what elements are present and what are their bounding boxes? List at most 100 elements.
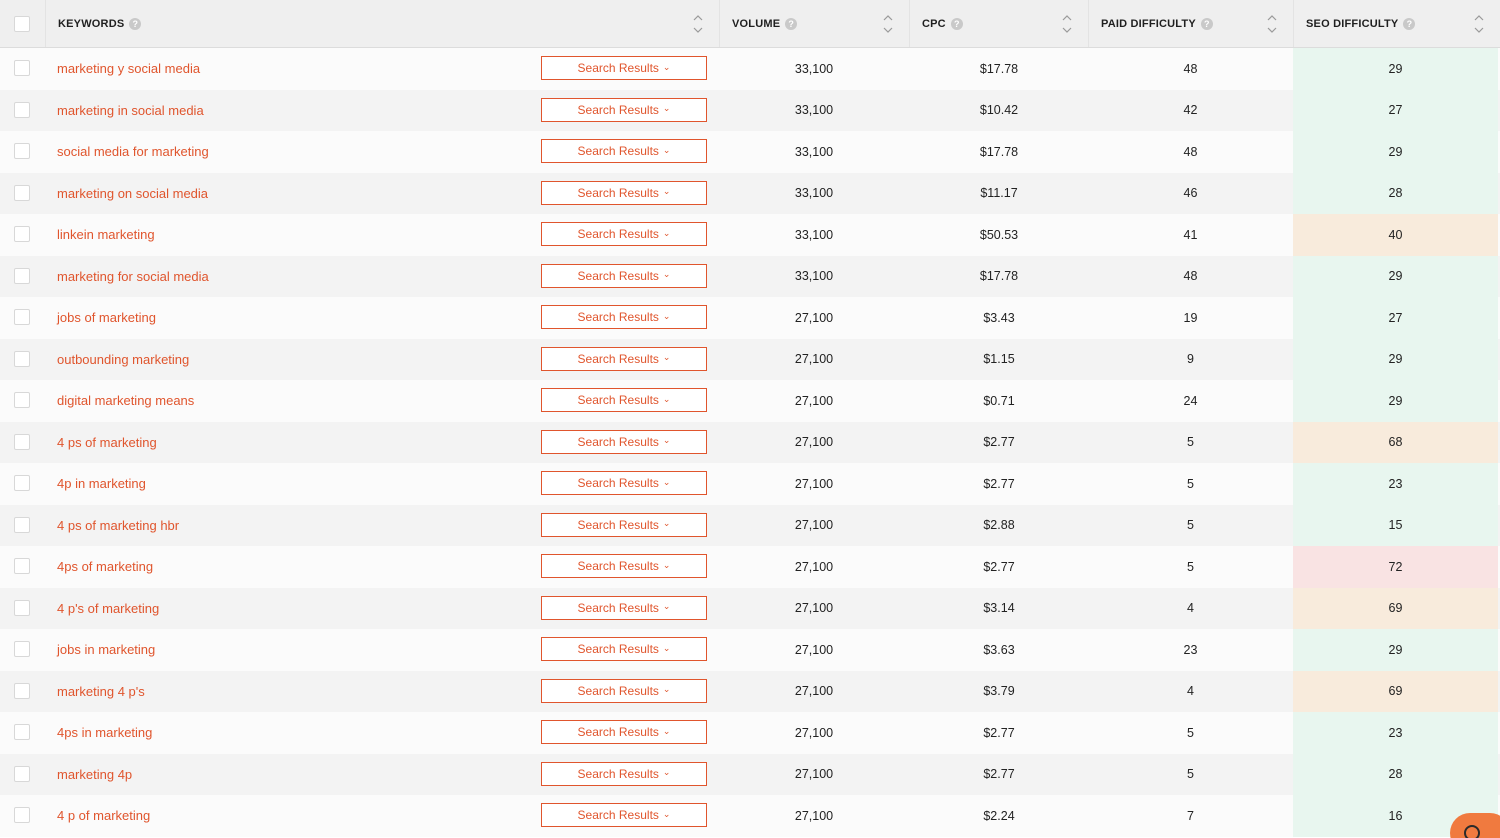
chevron-down-icon: ⌄	[662, 518, 671, 528]
table-row: marketing 4 p's Search Results ⌄ 27,100 $3.7…	[0, 670, 1500, 713]
volume-value: 33,100	[794, 103, 834, 118]
search-results-button[interactable]: Search Results ⌄	[541, 512, 707, 537]
help-icon[interactable]: ?	[129, 17, 142, 30]
keyword-link[interactable]: social media for marketing	[57, 131, 209, 173]
row-checkbox[interactable]	[14, 558, 30, 574]
row-checkbox[interactable]	[14, 60, 30, 76]
cpc-value: $0.71	[983, 393, 1015, 408]
help-icon[interactable]: ?	[785, 17, 798, 30]
search-results-button[interactable]: Search Results ⌄	[541, 388, 707, 412]
keyword-link[interactable]: 4 ps of marketing hbr	[57, 505, 179, 547]
paid-difficulty-value: 7	[1187, 808, 1194, 823]
row-checkbox[interactable]	[14, 101, 30, 118]
seo-difficulty-value: 29	[1293, 380, 1498, 422]
keyword-link[interactable]: 4ps of marketing	[57, 546, 153, 588]
keyword-link[interactable]: linkein marketing	[57, 214, 155, 256]
chevron-down-icon: ⌄	[662, 310, 671, 321]
sort-icon[interactable]	[693, 14, 703, 34]
volume-value: 27,100	[794, 684, 834, 699]
column-label-keywords: KEYWORDS	[58, 17, 125, 30]
column-header-cpc[interactable]: CPC ?	[909, 0, 1088, 47]
search-results-button[interactable]: Search Results ⌄	[541, 803, 707, 827]
row-checkbox[interactable]	[14, 143, 30, 159]
column-label-volume: VOLUME	[732, 17, 781, 30]
row-checkbox[interactable]	[14, 475, 30, 491]
paid-difficulty-value: 23	[1183, 642, 1198, 657]
keyword-link[interactable]: marketing on social media	[57, 173, 208, 215]
row-checkbox[interactable]	[14, 807, 30, 823]
keyword-link[interactable]: 4 p of marketing	[57, 795, 150, 837]
chevron-down-icon: ⌄	[662, 61, 671, 72]
search-results-button[interactable]: Search Results ⌄	[541, 180, 707, 205]
column-header-seo-difficulty[interactable]: SEO DIFFICULTY ?	[1293, 0, 1500, 47]
volume-value: 33,100	[794, 144, 834, 159]
keyword-link[interactable]: marketing 4 p's	[57, 671, 145, 713]
search-results-button[interactable]: Search Results ⌄	[541, 56, 707, 80]
select-all-checkbox[interactable]	[14, 16, 30, 32]
volume-value: 27,100	[794, 310, 834, 325]
keyword-link[interactable]: outbounding marketing	[57, 339, 189, 381]
row-checkbox[interactable]	[14, 765, 30, 782]
paid-difficulty-value: 5	[1187, 435, 1194, 450]
search-results-button[interactable]: Search Results ⌄	[541, 720, 707, 744]
keyword-link[interactable]: 4p in marketing	[57, 463, 146, 505]
row-checkbox[interactable]	[14, 599, 30, 616]
column-header-paid-difficulty[interactable]: PAID DIFFICULTY ?	[1088, 0, 1293, 47]
keyword-link[interactable]: 4 p's of marketing	[57, 588, 159, 630]
row-checkbox[interactable]	[14, 433, 30, 450]
keyword-link[interactable]: 4ps in marketing	[57, 712, 152, 754]
column-header-volume[interactable]: VOLUME ?	[719, 0, 909, 47]
seo-difficulty-value: 29	[1293, 338, 1498, 380]
row-checkbox[interactable]	[14, 226, 30, 242]
seo-difficulty-value: 27	[1293, 297, 1498, 339]
search-results-button[interactable]: Search Results ⌄	[541, 305, 707, 329]
search-results-button[interactable]: Search Results ⌄	[541, 554, 707, 578]
search-results-button[interactable]: Search Results ⌄	[541, 222, 707, 246]
search-results-button[interactable]: Search Results ⌄	[541, 637, 707, 661]
seo-difficulty-value: 29	[1293, 629, 1498, 671]
keyword-link[interactable]: marketing 4p	[57, 754, 132, 796]
cpc-value: $2.77	[983, 435, 1015, 450]
row-checkbox[interactable]	[14, 309, 30, 325]
paid-difficulty-value: 19	[1183, 310, 1198, 325]
search-results-label: Search Results	[577, 144, 659, 158]
keyword-link[interactable]: digital marketing means	[57, 380, 194, 422]
sort-icon[interactable]	[883, 14, 893, 34]
search-results-button[interactable]: Search Results ⌄	[541, 139, 707, 163]
keyword-link[interactable]: marketing for social media	[57, 256, 209, 298]
seo-difficulty-value: 72	[1293, 546, 1498, 588]
keyword-link[interactable]: jobs in marketing	[57, 629, 155, 671]
search-results-button[interactable]: Search Results ⌄	[541, 678, 707, 703]
chat-widget-button[interactable]	[1450, 813, 1500, 838]
keyword-link[interactable]: jobs of marketing	[57, 297, 156, 339]
sort-icon[interactable]	[1267, 14, 1277, 34]
search-results-button[interactable]: Search Results ⌄	[541, 595, 707, 620]
row-checkbox[interactable]	[14, 641, 30, 657]
paid-difficulty-value: 48	[1183, 144, 1198, 159]
sort-icon[interactable]	[1474, 14, 1484, 34]
search-results-button[interactable]: Search Results ⌄	[541, 471, 707, 495]
search-results-button[interactable]: Search Results ⌄	[541, 761, 707, 786]
search-results-button[interactable]: Search Results ⌄	[541, 97, 707, 122]
volume-value: 33,100	[794, 269, 834, 284]
row-checkbox[interactable]	[14, 350, 30, 367]
row-checkbox[interactable]	[14, 682, 30, 699]
search-results-button[interactable]: Search Results ⌄	[541, 346, 707, 371]
row-checkbox[interactable]	[14, 516, 30, 533]
help-icon[interactable]: ?	[950, 17, 963, 30]
row-checkbox[interactable]	[14, 392, 30, 408]
row-checkbox[interactable]	[14, 267, 30, 284]
column-header-keywords[interactable]: KEYWORDS ?	[45, 0, 719, 47]
keyword-link[interactable]: marketing y social media	[57, 48, 200, 90]
keyword-link[interactable]: 4 ps of marketing	[57, 422, 157, 464]
help-icon[interactable]: ?	[1403, 17, 1416, 30]
paid-difficulty-value: 5	[1187, 767, 1194, 782]
search-results-button[interactable]: Search Results ⌄	[541, 263, 707, 288]
sort-icon[interactable]	[1062, 14, 1072, 34]
row-checkbox[interactable]	[14, 184, 30, 201]
row-checkbox[interactable]	[14, 724, 30, 740]
keyword-link[interactable]: marketing in social media	[57, 90, 204, 132]
search-results-button[interactable]: Search Results ⌄	[541, 429, 707, 454]
cpc-value: $17.78	[979, 144, 1019, 159]
help-icon[interactable]: ?	[1200, 17, 1213, 30]
